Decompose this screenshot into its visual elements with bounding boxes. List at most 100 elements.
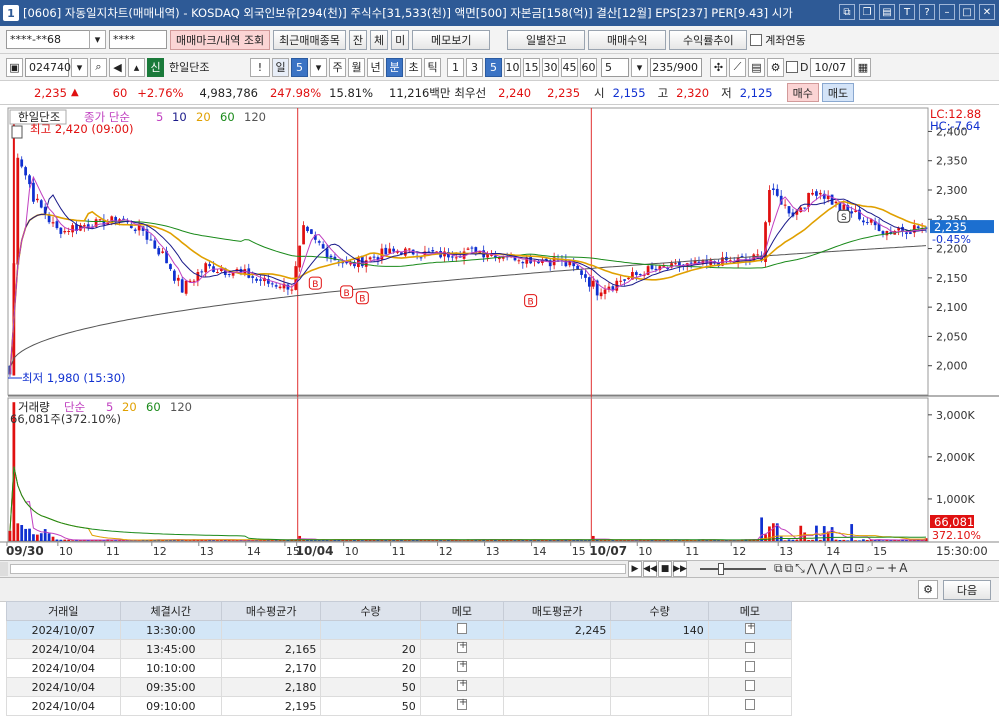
- header-5[interactable]: 매도평균가: [502, 601, 612, 621]
- interval-button-1[interactable]: 1: [447, 57, 464, 77]
- interval-button-5[interactable]: 5: [485, 57, 502, 77]
- return-trend-button[interactable]: 수익률추이: [669, 29, 748, 50]
- interval-button-60[interactable]: 60: [580, 57, 597, 77]
- zoom-slider-thumb[interactable]: [718, 563, 724, 575]
- volume-tick-label: 1,000K: [936, 493, 975, 506]
- account-dropdown-icon[interactable]: ▾: [89, 30, 106, 49]
- period-month-button[interactable]: 월: [348, 57, 365, 77]
- trade-mark-query-button[interactable]: 매매마크/내역 조회: [170, 29, 271, 50]
- header-7[interactable]: 메모: [707, 601, 793, 621]
- drawing-tools-icons[interactable]: ⧉⧉⤡⋀⋀⋀⊡⊡⌕−+A: [774, 561, 909, 576]
- search-icon[interactable]: ⌕: [90, 57, 107, 77]
- candle-body: [850, 211, 854, 214]
- interval-button-3[interactable]: 3: [466, 57, 483, 77]
- scroll-right-icon[interactable]: ▶: [628, 561, 642, 577]
- unexecuted-button[interactable]: 미: [391, 29, 410, 50]
- sell-button[interactable]: 매도: [821, 83, 855, 102]
- period-dropdown-icon[interactable]: ▾: [310, 57, 327, 77]
- header-1[interactable]: 체결시간: [119, 601, 222, 621]
- table-row[interactable]: 2024/10/04 13:45:00 2,165 20: [6, 639, 793, 659]
- memo-icon[interactable]: [456, 623, 467, 634]
- buy-button[interactable]: 매수: [786, 83, 819, 102]
- period-second-button[interactable]: 초: [405, 57, 422, 77]
- trade-profit-button[interactable]: 매매수익: [588, 29, 667, 50]
- help-icon[interactable]: ?: [919, 4, 935, 20]
- daily-balance-button[interactable]: 일별잔고: [507, 29, 586, 50]
- header-4[interactable]: 메모: [419, 601, 504, 621]
- count-select[interactable]: 5: [601, 57, 629, 77]
- header-3[interactable]: 수량: [320, 601, 421, 621]
- link-icon[interactable]: ⧉: [839, 4, 855, 20]
- interval-button-15[interactable]: 15: [523, 57, 540, 77]
- period-minute-button[interactable]: 분: [386, 57, 403, 77]
- sound-icon[interactable]: ◀: [109, 57, 126, 77]
- calendar-icon[interactable]: ▦: [854, 57, 872, 77]
- stock-chart[interactable]: 2,4002,3502,3002,2502,2002,1502,1002,050…: [0, 105, 999, 560]
- table-row[interactable]: 2024/10/04 09:10:00 2,195 50: [6, 696, 793, 716]
- table-row[interactable]: 2024/10/04 09:35:00 2,180 50: [6, 677, 793, 697]
- count-value[interactable]: 235/900: [650, 57, 702, 77]
- table-row[interactable]: 2024/10/04 10:10:00 2,170 20: [6, 658, 793, 678]
- header-0[interactable]: 거래일: [6, 601, 121, 621]
- period-year-button[interactable]: 년: [367, 57, 384, 77]
- table-row[interactable]: 2024/10/07 13:30:00 2,245 140: [6, 620, 793, 640]
- period-count[interactable]: 5: [291, 57, 308, 77]
- minimize-icon[interactable]: –: [939, 4, 955, 20]
- candle-body: [255, 278, 258, 281]
- recent-items-button[interactable]: 최근매매종목: [273, 29, 346, 50]
- period-tick-button[interactable]: 틱: [424, 57, 441, 77]
- memo-icon[interactable]: [744, 661, 755, 672]
- candle-body: [98, 219, 102, 221]
- save-icon[interactable]: ▤: [748, 57, 765, 77]
- interval-button-10[interactable]: 10: [504, 57, 521, 77]
- zoom-slider[interactable]: [700, 568, 766, 570]
- memo-add-icon[interactable]: [744, 621, 755, 634]
- period-day-button[interactable]: 일: [272, 57, 289, 77]
- maximize-icon[interactable]: □: [959, 4, 975, 20]
- memo-add-icon[interactable]: [456, 659, 467, 672]
- memo-icon[interactable]: [744, 699, 755, 710]
- close-icon[interactable]: ✕: [979, 4, 995, 20]
- stop-icon[interactable]: ■: [658, 561, 672, 577]
- scroll-track[interactable]: [10, 564, 626, 574]
- date-input[interactable]: 10/07: [810, 57, 853, 77]
- last-icon[interactable]: ▶▶: [673, 561, 687, 577]
- balance-button[interactable]: 잔: [348, 29, 368, 50]
- memo-icon[interactable]: [744, 642, 755, 653]
- interval-button-30[interactable]: 30: [542, 57, 559, 77]
- settings-icon[interactable]: ⚙: [767, 57, 784, 77]
- code-dropdown-icon[interactable]: ▾: [71, 57, 88, 77]
- stock-code-input[interactable]: 024740: [25, 57, 71, 77]
- layout-icon[interactable]: ▣: [6, 57, 23, 77]
- prev-next-icon[interactable]: ▴: [128, 57, 145, 77]
- draw-icon[interactable]: ⟋: [729, 57, 746, 77]
- memo-add-icon[interactable]: [456, 678, 467, 691]
- memo-view-button[interactable]: 메모보기: [412, 29, 491, 50]
- print-icon[interactable]: ▤: [879, 4, 895, 20]
- next-button[interactable]: 다음: [943, 580, 991, 600]
- restore-icon[interactable]: ❐: [859, 4, 875, 20]
- header-6[interactable]: 수량: [610, 601, 709, 621]
- candle-body: [32, 182, 35, 202]
- period-week-button[interactable]: 주: [329, 57, 346, 77]
- volume-bar: [47, 533, 51, 541]
- memo-icon[interactable]: [744, 680, 755, 691]
- pin-icon[interactable]: ✣: [710, 57, 727, 77]
- memo-add-icon[interactable]: [456, 697, 467, 710]
- account-link-checkbox[interactable]: [750, 33, 763, 46]
- memo-add-icon[interactable]: [456, 640, 467, 653]
- password-field[interactable]: ****: [109, 30, 167, 49]
- table-settings-icon[interactable]: ⚙: [918, 580, 938, 599]
- font-icon[interactable]: T: [899, 4, 915, 20]
- date-checkbox[interactable]: [786, 61, 798, 73]
- account-select[interactable]: ****-**68: [6, 30, 90, 49]
- volume-tick-label: 3,000K: [936, 409, 975, 422]
- header-2[interactable]: 매수평균가: [220, 601, 322, 621]
- alert-icon[interactable]: !: [250, 57, 270, 77]
- first-icon[interactable]: ◀◀: [643, 561, 657, 577]
- interval-button-45[interactable]: 45: [561, 57, 578, 77]
- candle-body: [200, 271, 204, 273]
- count-dropdown-icon[interactable]: ▾: [631, 57, 648, 77]
- executed-button[interactable]: 체: [370, 29, 389, 50]
- scroll-left-icon[interactable]: [0, 562, 8, 576]
